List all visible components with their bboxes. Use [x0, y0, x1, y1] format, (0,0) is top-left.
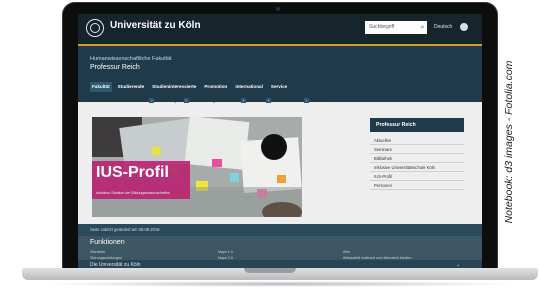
screen: Universität zu Köln Suchbegriff ⌕ Deutsc… — [78, 14, 482, 268]
nav-item-studieninteressierte[interactable]: Studieninteressierte — [150, 82, 198, 92]
chevron-right-icon: › — [149, 98, 155, 103]
faculty-banner — [78, 46, 482, 102]
nav-item-fakultaet[interactable]: Fakultät — [90, 82, 112, 92]
sidebar-item-bibliothek[interactable]: Bibliothek — [370, 154, 464, 163]
page-title[interactable]: Professur Reich — [90, 64, 140, 71]
nav-item-promotion[interactable]: Promotion — [202, 82, 229, 92]
laptop-notch — [244, 268, 296, 273]
footer-link[interactable]: Maps 1.0 — [218, 250, 233, 256]
photo-credit: Notebook: d3 images - Fotolia.com — [503, 60, 515, 224]
university-seal-icon[interactable] — [86, 19, 104, 37]
sidebar-item-seminare[interactable]: Seminare — [370, 145, 464, 154]
sidebar-item-ius-profil[interactable]: IUS-Profil — [370, 172, 464, 181]
chevron-right-icon: › — [266, 98, 272, 103]
hero-subtitle: Inklusion Studium der Bildungswissenscha… — [96, 191, 170, 195]
nav-item-service[interactable]: Service — [269, 82, 289, 92]
breadcrumb-item[interactable]: Humanwissenschaftliche Fakultät — [90, 99, 146, 103]
sidebar-menu: Aktuelles Seminare Bibliothek Inklusive … — [370, 136, 464, 190]
university-name[interactable]: Universität zu Köln — [110, 20, 201, 31]
last-updated-text: Seite zuletzt geändert am 08.09.2016 — [90, 227, 160, 232]
faculty-name[interactable]: Humanwissenschaftliche Fakultät — [90, 56, 172, 62]
chevron-right-icon: › — [183, 98, 189, 103]
laptop-shadow — [40, 281, 520, 287]
breadcrumb-item[interactable]: PB Erziehungs-/Sozialwiss. — [192, 99, 238, 103]
breadcrumb-current: IUS-Profil — [312, 98, 329, 103]
nav-item-international[interactable]: International — [233, 82, 265, 92]
hero-title: IUS-Profil — [96, 164, 169, 181]
sidebar-item-personen[interactable]: Personen — [370, 181, 464, 190]
sidebar-item-universitaetsschule[interactable]: Inklusive Universitätsschule Köln — [370, 163, 464, 172]
globe-icon[interactable] — [460, 23, 468, 31]
search-icon[interactable]: ⌕ — [418, 22, 427, 33]
breadcrumb-item[interactable]: Professur Reich — [274, 99, 301, 103]
breadcrumb-item[interactable]: Institut II — [249, 99, 263, 103]
chevron-right-icon: › — [304, 98, 310, 103]
laptop-mockup: Universität zu Köln Suchbegriff ⌕ Deutsc… — [0, 0, 540, 308]
chevron-right-icon: › — [240, 98, 246, 103]
nav-item-studierende[interactable]: Studierende — [116, 82, 147, 92]
sidebar-item-aktuelles[interactable]: Aktuelles — [370, 136, 464, 145]
language-link[interactable]: Deutsch — [434, 24, 452, 30]
main-nav: Fakultät Studierende Studieninteressiert… — [90, 82, 289, 92]
footer-functions-heading: Funktionen — [90, 239, 125, 246]
sidebar-heading[interactable]: Professur Reich — [370, 118, 464, 132]
breadcrumb: Humanwissenschaftliche Fakultät › Einric… — [90, 98, 328, 103]
breadcrumb-item[interactable]: Einrichtungen — [157, 99, 180, 103]
camera-icon — [276, 7, 280, 11]
